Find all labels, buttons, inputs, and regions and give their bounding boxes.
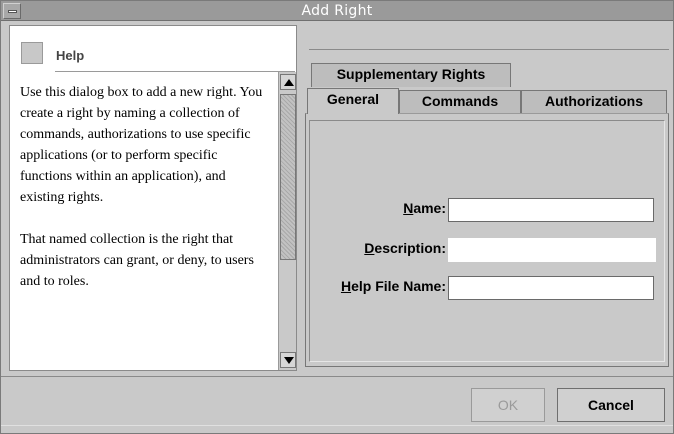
ok-button[interactable]: OK bbox=[471, 388, 545, 422]
name-label-mnemonic: N bbox=[403, 200, 414, 216]
tab-supplementary-rights[interactable]: Supplementary Rights bbox=[311, 63, 511, 87]
tab-authorizations[interactable]: Authorizations bbox=[521, 90, 667, 114]
cancel-button[interactable]: Cancel bbox=[557, 388, 665, 422]
description-label-mnemonic: D bbox=[364, 240, 375, 256]
tab-general[interactable]: General bbox=[307, 88, 399, 114]
panel-top-divider bbox=[309, 49, 669, 50]
help-title: Help bbox=[56, 48, 85, 63]
general-tab-panel: Name: Description: Help File Name: bbox=[305, 113, 669, 367]
title-bar: Add Right bbox=[1, 1, 673, 21]
description-label: Description: bbox=[306, 240, 446, 256]
scroll-thumb[interactable] bbox=[280, 94, 296, 260]
help-icon bbox=[21, 42, 43, 64]
scroll-down-button[interactable] bbox=[280, 352, 296, 368]
help-file-name-field[interactable] bbox=[448, 276, 654, 300]
window-title: Add Right bbox=[301, 3, 373, 19]
help-divider bbox=[55, 71, 295, 72]
help-pane: Help Use this dialog box to add a new ri… bbox=[9, 25, 297, 371]
name-label-text: ame: bbox=[413, 200, 446, 216]
help-file-name-label-mnemonic: H bbox=[340, 278, 352, 294]
description-label-text: escription: bbox=[374, 240, 446, 256]
help-file-name-label: Help File Name: bbox=[306, 278, 446, 294]
footer-divider bbox=[1, 376, 673, 377]
tab-commands[interactable]: Commands bbox=[399, 90, 521, 114]
help-paragraph: That named collection is the right that … bbox=[20, 232, 254, 289]
arrow-down-icon bbox=[284, 357, 294, 364]
help-paragraph: Use this dialog box to add a new right. … bbox=[20, 85, 263, 205]
help-text: Use this dialog box to add a new right. … bbox=[20, 82, 272, 313]
name-label: Name: bbox=[306, 200, 446, 216]
description-field[interactable] bbox=[448, 238, 656, 262]
help-scrollbar[interactable] bbox=[278, 72, 296, 370]
arrow-up-icon bbox=[284, 79, 294, 86]
name-field[interactable] bbox=[448, 198, 654, 222]
scroll-up-button[interactable] bbox=[280, 74, 296, 90]
help-file-name-label-text: elp File Name: bbox=[351, 278, 446, 294]
add-right-dialog: Add Right Help Use this dialog box to ad… bbox=[0, 0, 674, 434]
window-bottom-edge bbox=[1, 425, 673, 433]
help-header: Help bbox=[10, 26, 296, 72]
